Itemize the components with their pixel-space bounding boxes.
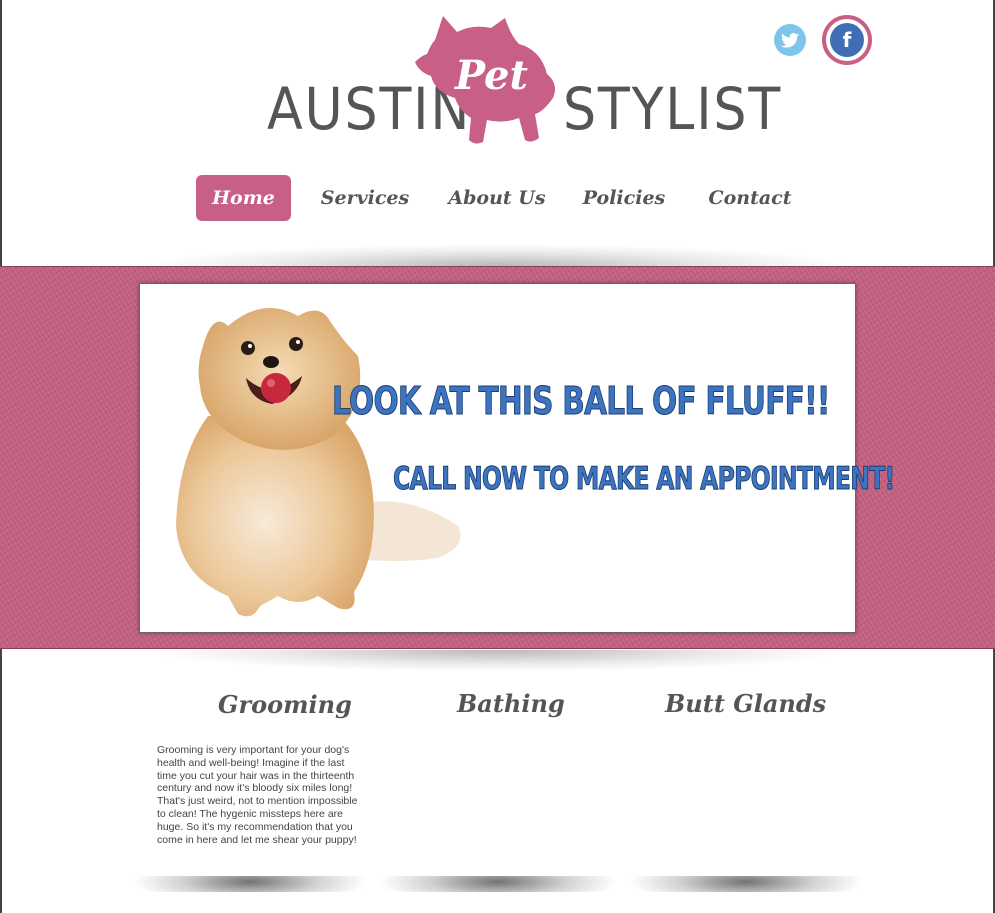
twitter-bird-icon [781, 32, 799, 48]
service-title-bathing: Bathing [457, 689, 565, 718]
grooming-card [132, 856, 368, 876]
service-title-grooming: Grooming [218, 690, 352, 719]
banner-call-to-action[interactable]: CALL NOW TO MAKE AN APPOINTMENT! [393, 463, 896, 495]
header-divider-shadow [140, 244, 855, 266]
banner-bottom-shadow [140, 650, 855, 672]
twitter-button[interactable] [774, 24, 806, 56]
service-title-butt-glands: Butt Glands [665, 689, 827, 718]
logo-word-stylist: STYLIST [563, 75, 783, 143]
facebook-f-icon: f [830, 23, 864, 57]
hero-banner: LOOK AT THIS BALL OF FLUFF!! CALL NOW TO… [0, 266, 995, 649]
nav-policies[interactable]: Policies [579, 175, 669, 221]
logo-word-pet: Pet [455, 52, 528, 99]
nav-home[interactable]: Home [196, 175, 291, 221]
nav-about-us[interactable]: About Us [445, 175, 549, 221]
bathing-card [378, 856, 618, 876]
nav-contact[interactable]: Contact [703, 175, 797, 221]
nav-services[interactable]: Services [315, 175, 415, 221]
facebook-button[interactable]: f [822, 15, 872, 65]
service-text-grooming: Grooming is very important for your dog'… [157, 744, 358, 846]
main-nav: Home Services About Us Policies Contact [196, 175, 797, 221]
banner-headline: LOOK AT THIS BALL OF FLUFF!! [332, 379, 831, 423]
pomeranian-dog-photo [176, 308, 461, 617]
site-logo[interactable]: AUSTIN Pet STYLIST [265, 14, 780, 149]
butt-glands-card [628, 856, 864, 876]
hero-panel: LOOK AT THIS BALL OF FLUFF!! CALL NOW TO… [139, 283, 896, 633]
